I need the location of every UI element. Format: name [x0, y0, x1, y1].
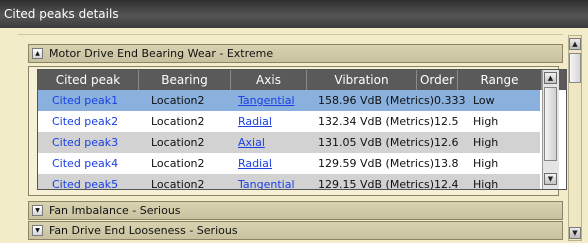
cited-peak-link[interactable]: Cited peak4	[52, 153, 118, 174]
column-header-bearing[interactable]: Bearing	[139, 70, 231, 90]
cited-peak-link[interactable]: Cited peak1	[52, 90, 118, 111]
axis-link[interactable]: Tangential	[238, 174, 295, 189]
table-scrollbar[interactable]: ▲ ▼	[542, 70, 559, 189]
scroll-down-icon[interactable]: ▼	[544, 173, 557, 185]
column-header-axis[interactable]: Axis	[231, 70, 307, 90]
expand-toggle-icon[interactable]: ▼	[32, 205, 43, 216]
table-row[interactable]: Cited peak5 Location2 Tangential 129.15 …	[38, 174, 540, 190]
window-title-bar: Cited peaks details	[0, 0, 588, 28]
bearing-value: Location2	[151, 178, 205, 190]
column-header-vibration-amplitude[interactable]: Vibration amplitude	[307, 70, 417, 107]
scroll-thumb[interactable]	[569, 53, 581, 83]
range-value: Low	[473, 94, 495, 107]
axis-link[interactable]: Axial	[238, 132, 265, 153]
details-panel: ▲ Motor Drive End Bearing Wear - Extreme…	[0, 28, 588, 243]
group-label: Fan Imbalance - Serious	[49, 204, 181, 217]
axis-link[interactable]: Radial	[238, 153, 272, 174]
range-value: High	[473, 115, 499, 128]
table-header: Cited peak number Bearing Axis Vibration…	[38, 70, 566, 107]
axis-link[interactable]: Radial	[238, 111, 272, 132]
table-row[interactable]: Cited peak3 Location2 Axial 131.05 VdB (…	[38, 132, 540, 153]
table-row[interactable]: Cited peak1 Location2 Tangential 158.96 …	[38, 90, 540, 111]
group-label: Motor Drive End Bearing Wear - Extreme	[49, 47, 274, 60]
collapse-toggle-icon[interactable]: ▲	[32, 48, 43, 59]
bearing-value: Location2	[151, 115, 205, 128]
cited-peak-link[interactable]: Cited peak5	[52, 174, 118, 189]
group-header-fan-imbalance[interactable]: ▼ Fan Imbalance - Serious	[28, 201, 563, 220]
order-value: 12.4	[434, 178, 459, 190]
amplitude-value: 132.34 VdB (Metrics)	[318, 115, 435, 128]
amplitude-value: 158.96 VdB (Metrics)	[318, 94, 435, 107]
range-value: High	[473, 178, 499, 190]
bearing-value: Location2	[151, 94, 205, 107]
group-label: Fan Drive End Looseness - Serious	[49, 224, 238, 237]
table-row[interactable]: Cited peak2 Location2 Radial 132.34 VdB …	[38, 111, 540, 132]
axis-link[interactable]: Tangential	[238, 90, 295, 111]
order-value: 0.333	[434, 94, 466, 107]
scroll-up-icon[interactable]: ▲	[544, 72, 557, 84]
divider	[18, 34, 563, 35]
amplitude-value: 131.05 VdB (Metrics)	[318, 136, 435, 149]
group-content: Cited peak number Bearing Axis Vibration…	[28, 66, 567, 196]
panel-scrollbar[interactable]: ▲ ▼	[568, 35, 582, 241]
bearing-value: Location2	[151, 136, 205, 149]
scroll-up-icon[interactable]: ▲	[569, 38, 581, 50]
window-title: Cited peaks details	[4, 7, 119, 21]
range-value: High	[473, 157, 499, 170]
amplitude-value: 129.59 VdB (Metrics)	[318, 157, 435, 170]
scroll-thumb[interactable]	[544, 87, 557, 161]
order-value: 13.8	[434, 157, 459, 170]
group-header-motor-drive-end-bearing-wear[interactable]: ▲ Motor Drive End Bearing Wear - Extreme	[28, 44, 563, 63]
column-header-range[interactable]: Range	[458, 70, 542, 90]
table-row[interactable]: Cited peak4 Location2 Radial 129.59 VdB …	[38, 153, 540, 174]
cited-peaks-table: Cited peak number Bearing Axis Vibration…	[37, 69, 567, 190]
order-value: 12.5	[434, 115, 459, 128]
range-value: High	[473, 136, 499, 149]
cited-peak-link[interactable]: Cited peak2	[52, 111, 118, 132]
cited-peak-link[interactable]: Cited peak3	[52, 132, 118, 153]
bearing-value: Location2	[151, 157, 205, 170]
expand-toggle-icon[interactable]: ▼	[32, 225, 43, 236]
scroll-down-icon[interactable]: ▼	[569, 227, 581, 239]
amplitude-value: 129.15 VdB (Metrics)	[318, 178, 435, 190]
order-value: 12.6	[434, 136, 459, 149]
column-header-cited-peak-number[interactable]: Cited peak number	[38, 70, 139, 107]
column-header-order[interactable]: Order	[417, 70, 458, 90]
group-header-fan-drive-end-looseness[interactable]: ▼ Fan Drive End Looseness - Serious	[28, 221, 563, 240]
